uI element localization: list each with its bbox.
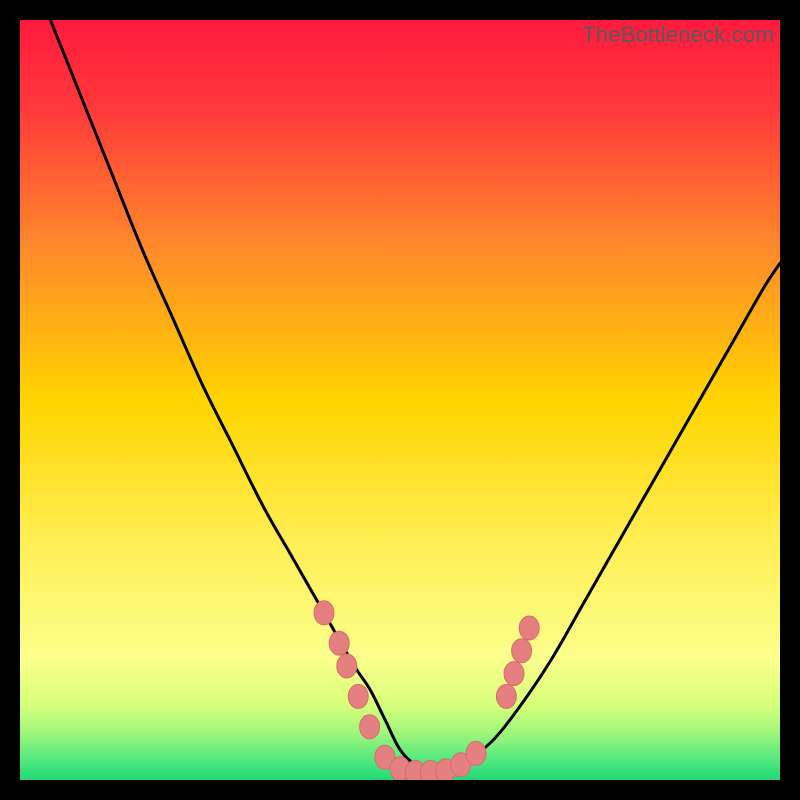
curve-marker [496, 684, 516, 708]
curve-marker [504, 662, 524, 686]
curve-marker [519, 616, 539, 640]
curve-marker [512, 639, 532, 663]
chart-frame: TheBottleneck.com [20, 20, 780, 780]
curve-marker [337, 654, 357, 678]
curve-marker [348, 684, 368, 708]
curve-marker [466, 741, 486, 765]
curve-marker [360, 715, 380, 739]
gradient-background [20, 20, 780, 780]
watermark-text: TheBottleneck.com [582, 22, 774, 48]
curve-marker [314, 601, 334, 625]
curve-marker [329, 631, 349, 655]
bottleneck-plot [20, 20, 780, 780]
